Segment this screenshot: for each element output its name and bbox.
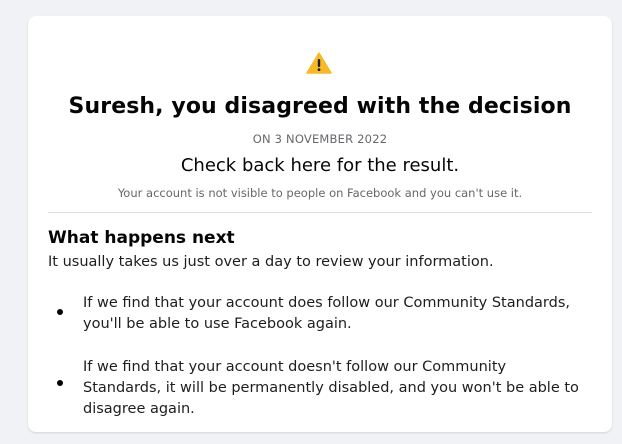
divider [48,212,592,213]
review-time-text: It usually takes us just over a day to r… [48,254,494,270]
status-card: Suresh, you disagreed with the decision … [28,16,612,432]
list-item: If we find that your account does follow… [83,295,570,332]
check-back-message: Check back here for the result. [180,155,460,176]
warning-icon [306,52,332,74]
decision-date: ON 3 NOVEMBER 2022 [252,132,388,146]
bullet-dot [57,380,63,386]
list-item: If we find that your account doesn't fol… [83,359,579,417]
bullet-dot [57,309,63,315]
page-title: Suresh, you disagreed with the decision [68,94,572,119]
account-visibility-note: Your account is not visible to people on… [117,186,523,200]
what-happens-next-heading: What happens next [48,228,235,248]
